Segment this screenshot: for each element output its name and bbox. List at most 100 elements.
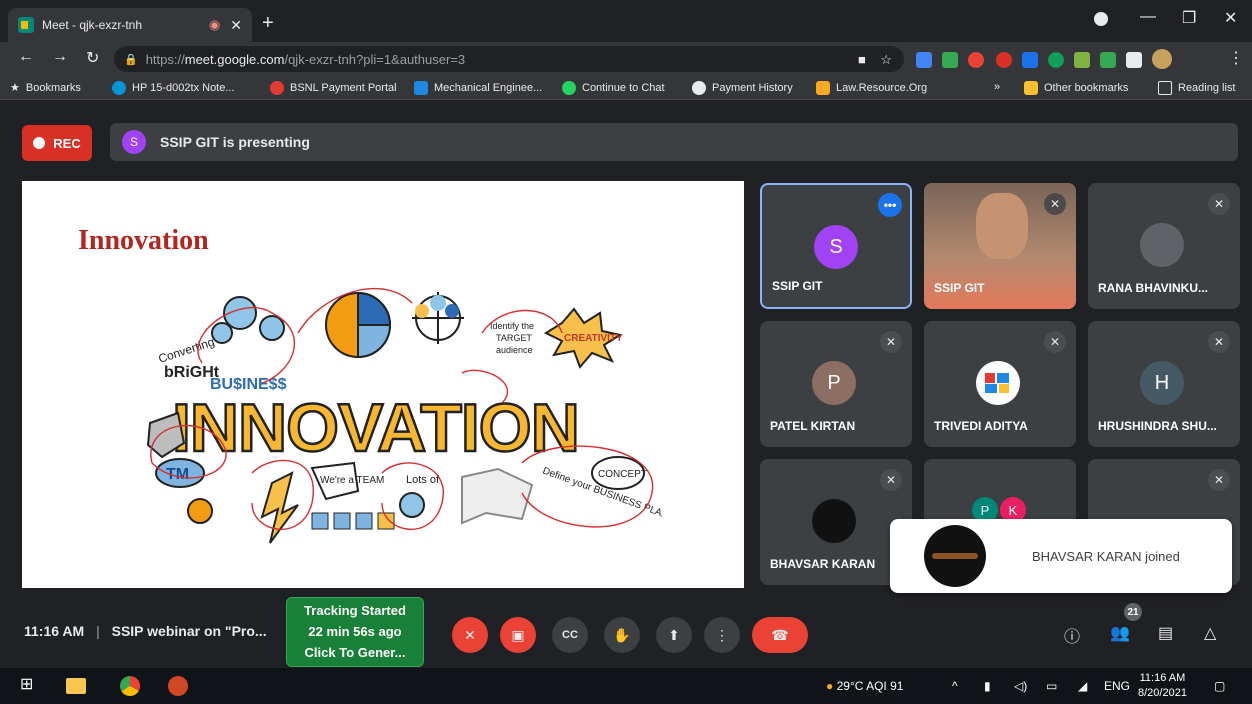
- bookmark-item[interactable]: Law.Resource.Org: [816, 81, 927, 95]
- participant-tile[interactable]: ✕ P PATEL KIRTAN: [760, 321, 912, 447]
- powerpoint-icon[interactable]: [168, 676, 188, 696]
- shared-screen[interactable]: Innovation CREATIVITY Converting bRiGHt …: [22, 181, 744, 588]
- leave-call-button[interactable]: ☎: [752, 617, 808, 653]
- present-now-button[interactable]: ⬆: [656, 617, 692, 653]
- windows-start-icon[interactable]: ⊞: [20, 674, 33, 694]
- speaker-icon[interactable]: ◁): [1014, 679, 1027, 693]
- bookmark-item[interactable]: ★ Bookmarks: [10, 81, 81, 95]
- reload-icon[interactable]: ↻: [86, 48, 99, 68]
- extension-check-icon[interactable]: [942, 52, 958, 68]
- folder-icon: [1024, 81, 1038, 95]
- meet-favicon-icon: [18, 17, 34, 33]
- omnibox-actions: ■ ☆: [858, 52, 892, 68]
- raise-hand-button[interactable]: ✋: [604, 617, 640, 653]
- participant-tile[interactable]: ✕ H HRUSHINDRA SHU...: [1088, 321, 1240, 447]
- participant-tile[interactable]: ✕ SSIP GIT: [924, 183, 1076, 309]
- usb-icon[interactable]: ▮: [984, 679, 991, 693]
- more-options-icon[interactable]: •••: [878, 193, 902, 217]
- captions-icon: CC: [562, 629, 578, 641]
- participant-name: HRUSHINDRA SHU...: [1098, 419, 1217, 433]
- bookmark-item[interactable]: Payment History: [692, 81, 793, 95]
- mic-off-icon: ✕: [880, 331, 902, 353]
- svg-text:CREATIVITY: CREATIVITY: [564, 333, 623, 344]
- participant-avatar: [812, 499, 856, 543]
- system-clock[interactable]: 11:16 AM 8/20/2021: [1138, 671, 1187, 701]
- profile-indicator-icon[interactable]: [1094, 12, 1108, 26]
- meet-main: REC S SSIP GIT is presenting Innovation: [0, 101, 1252, 668]
- bookmarks-overflow-chevron-icon[interactable]: »: [994, 81, 1000, 93]
- back-icon[interactable]: ←: [18, 48, 34, 66]
- chrome-icon[interactable]: [120, 676, 140, 696]
- recording-indicator-button[interactable]: REC: [22, 125, 92, 161]
- bookmarks-bar: ★ Bookmarks HP 15-d002tx Note... BSNL Pa…: [0, 76, 1252, 100]
- notification-icon[interactable]: ▢: [1214, 679, 1225, 693]
- browser-tab[interactable]: Meet - qjk-exzr-tnh ◉ ✕: [8, 8, 252, 42]
- bookmark-folder[interactable]: Other bookmarks: [1024, 81, 1128, 95]
- extension-download-icon[interactable]: [1100, 52, 1116, 68]
- camera-icon[interactable]: ■: [858, 52, 866, 67]
- people-icon[interactable]: 👥: [1110, 623, 1130, 643]
- bookmark-item[interactable]: BSNL Payment Portal: [270, 81, 397, 95]
- participant-name: SSIP GIT: [934, 281, 985, 295]
- language-indicator[interactable]: ENG: [1104, 679, 1130, 693]
- reading-list-button[interactable]: Reading list: [1158, 81, 1235, 95]
- wifi-icon[interactable]: ◢: [1078, 679, 1087, 693]
- participant-tile[interactable]: ••• S SSIP GIT: [760, 183, 912, 309]
- profile-avatar[interactable]: [1152, 49, 1172, 69]
- participant-avatar: P: [812, 361, 856, 405]
- mic-off-icon: ✕: [1044, 193, 1066, 215]
- bookmark-item[interactable]: Mechanical Enginee...: [414, 81, 542, 95]
- close-tab-icon[interactable]: ✕: [230, 17, 242, 34]
- presenter-avatar: S: [122, 130, 146, 154]
- camera-off-button[interactable]: ▣: [500, 617, 536, 653]
- slide-title: Innovation: [78, 225, 209, 256]
- tray-chevron-icon[interactable]: ^: [952, 679, 958, 693]
- bookmark-item[interactable]: Continue to Chat: [562, 81, 665, 95]
- svg-text:TARGET: TARGET: [496, 333, 532, 343]
- more-options-button[interactable]: ⋮: [704, 617, 740, 653]
- participant-tile[interactable]: ✕ TRIVEDI ADITYA: [924, 321, 1076, 447]
- participant-name: SSIP GIT: [772, 279, 823, 293]
- file-explorer-icon[interactable]: [66, 678, 86, 694]
- hp-icon: [112, 81, 126, 95]
- weather-widget[interactable]: ● 29°C AQI 91: [826, 679, 903, 693]
- activities-icon[interactable]: △: [1204, 623, 1216, 643]
- minimize-icon[interactable]: —: [1140, 8, 1156, 26]
- weather-sun-icon: ●: [826, 679, 834, 693]
- extension-blue-icon[interactable]: [1022, 52, 1038, 68]
- extension-green-icon[interactable]: [1048, 52, 1064, 68]
- menu-kebab-icon[interactable]: ⋮: [1228, 48, 1244, 68]
- mic-off-button[interactable]: ✕: [452, 617, 488, 653]
- record-dot-icon: [33, 137, 46, 149]
- battery-icon[interactable]: ▭: [1046, 679, 1057, 693]
- hang-up-icon: ☎: [771, 626, 789, 643]
- chat-icon[interactable]: ▤: [1158, 623, 1173, 643]
- extension-translate-icon[interactable]: [916, 52, 932, 68]
- camera-off-icon: ▣: [511, 626, 525, 643]
- captions-button[interactable]: CC: [552, 617, 588, 653]
- url-path: /qjk-exzr-tnh?pli=1&authuser=3: [284, 51, 466, 67]
- svg-text:Lots of: Lots of: [406, 474, 440, 486]
- target-icon: [412, 292, 464, 344]
- close-window-icon[interactable]: ✕: [1224, 8, 1237, 28]
- browser-toolbar: ← → ↻ 🔒 https:// meet.google.com /qjk-ex…: [0, 42, 1252, 76]
- bookmark-star-icon[interactable]: ☆: [880, 52, 892, 67]
- reading-list-icon: [1158, 81, 1172, 95]
- bookmark-item[interactable]: HP 15-d002tx Note...: [112, 81, 235, 95]
- windows-taskbar: ⊞ ● 29°C AQI 91 ^ ▮ ◁) ▭ ◢ ENG 11:16 AM …: [0, 668, 1252, 704]
- extension-shield-icon[interactable]: [996, 52, 1012, 68]
- new-tab-button[interactable]: +: [262, 12, 274, 35]
- extension-lime-icon[interactable]: [1074, 52, 1090, 68]
- meeting-details-icon[interactable]: ⓘ: [1064, 623, 1080, 647]
- restore-icon[interactable]: ❐: [1182, 8, 1196, 28]
- innovation-illustration: CREATIVITY Converting bRiGHt BU$INE$$ Id…: [146, 287, 662, 544]
- tracking-extension-button[interactable]: Tracking Started 22 min 56s ago Click To…: [286, 597, 424, 667]
- participant-tile[interactable]: ✕ RANA BHAVINKU...: [1088, 183, 1240, 309]
- browser-tab-strip: Meet - qjk-exzr-tnh ◉ ✕ + — ❐ ✕: [0, 0, 1252, 42]
- forward-icon[interactable]: →: [52, 48, 68, 66]
- participant-avatar: [1140, 223, 1184, 267]
- meeting-title: SSIP webinar on "Pro...: [111, 623, 267, 639]
- extension-abp-icon[interactable]: [968, 52, 984, 68]
- extensions-puzzle-icon[interactable]: [1126, 52, 1142, 68]
- address-bar[interactable]: 🔒 https:// meet.google.com /qjk-exzr-tnh…: [114, 46, 904, 72]
